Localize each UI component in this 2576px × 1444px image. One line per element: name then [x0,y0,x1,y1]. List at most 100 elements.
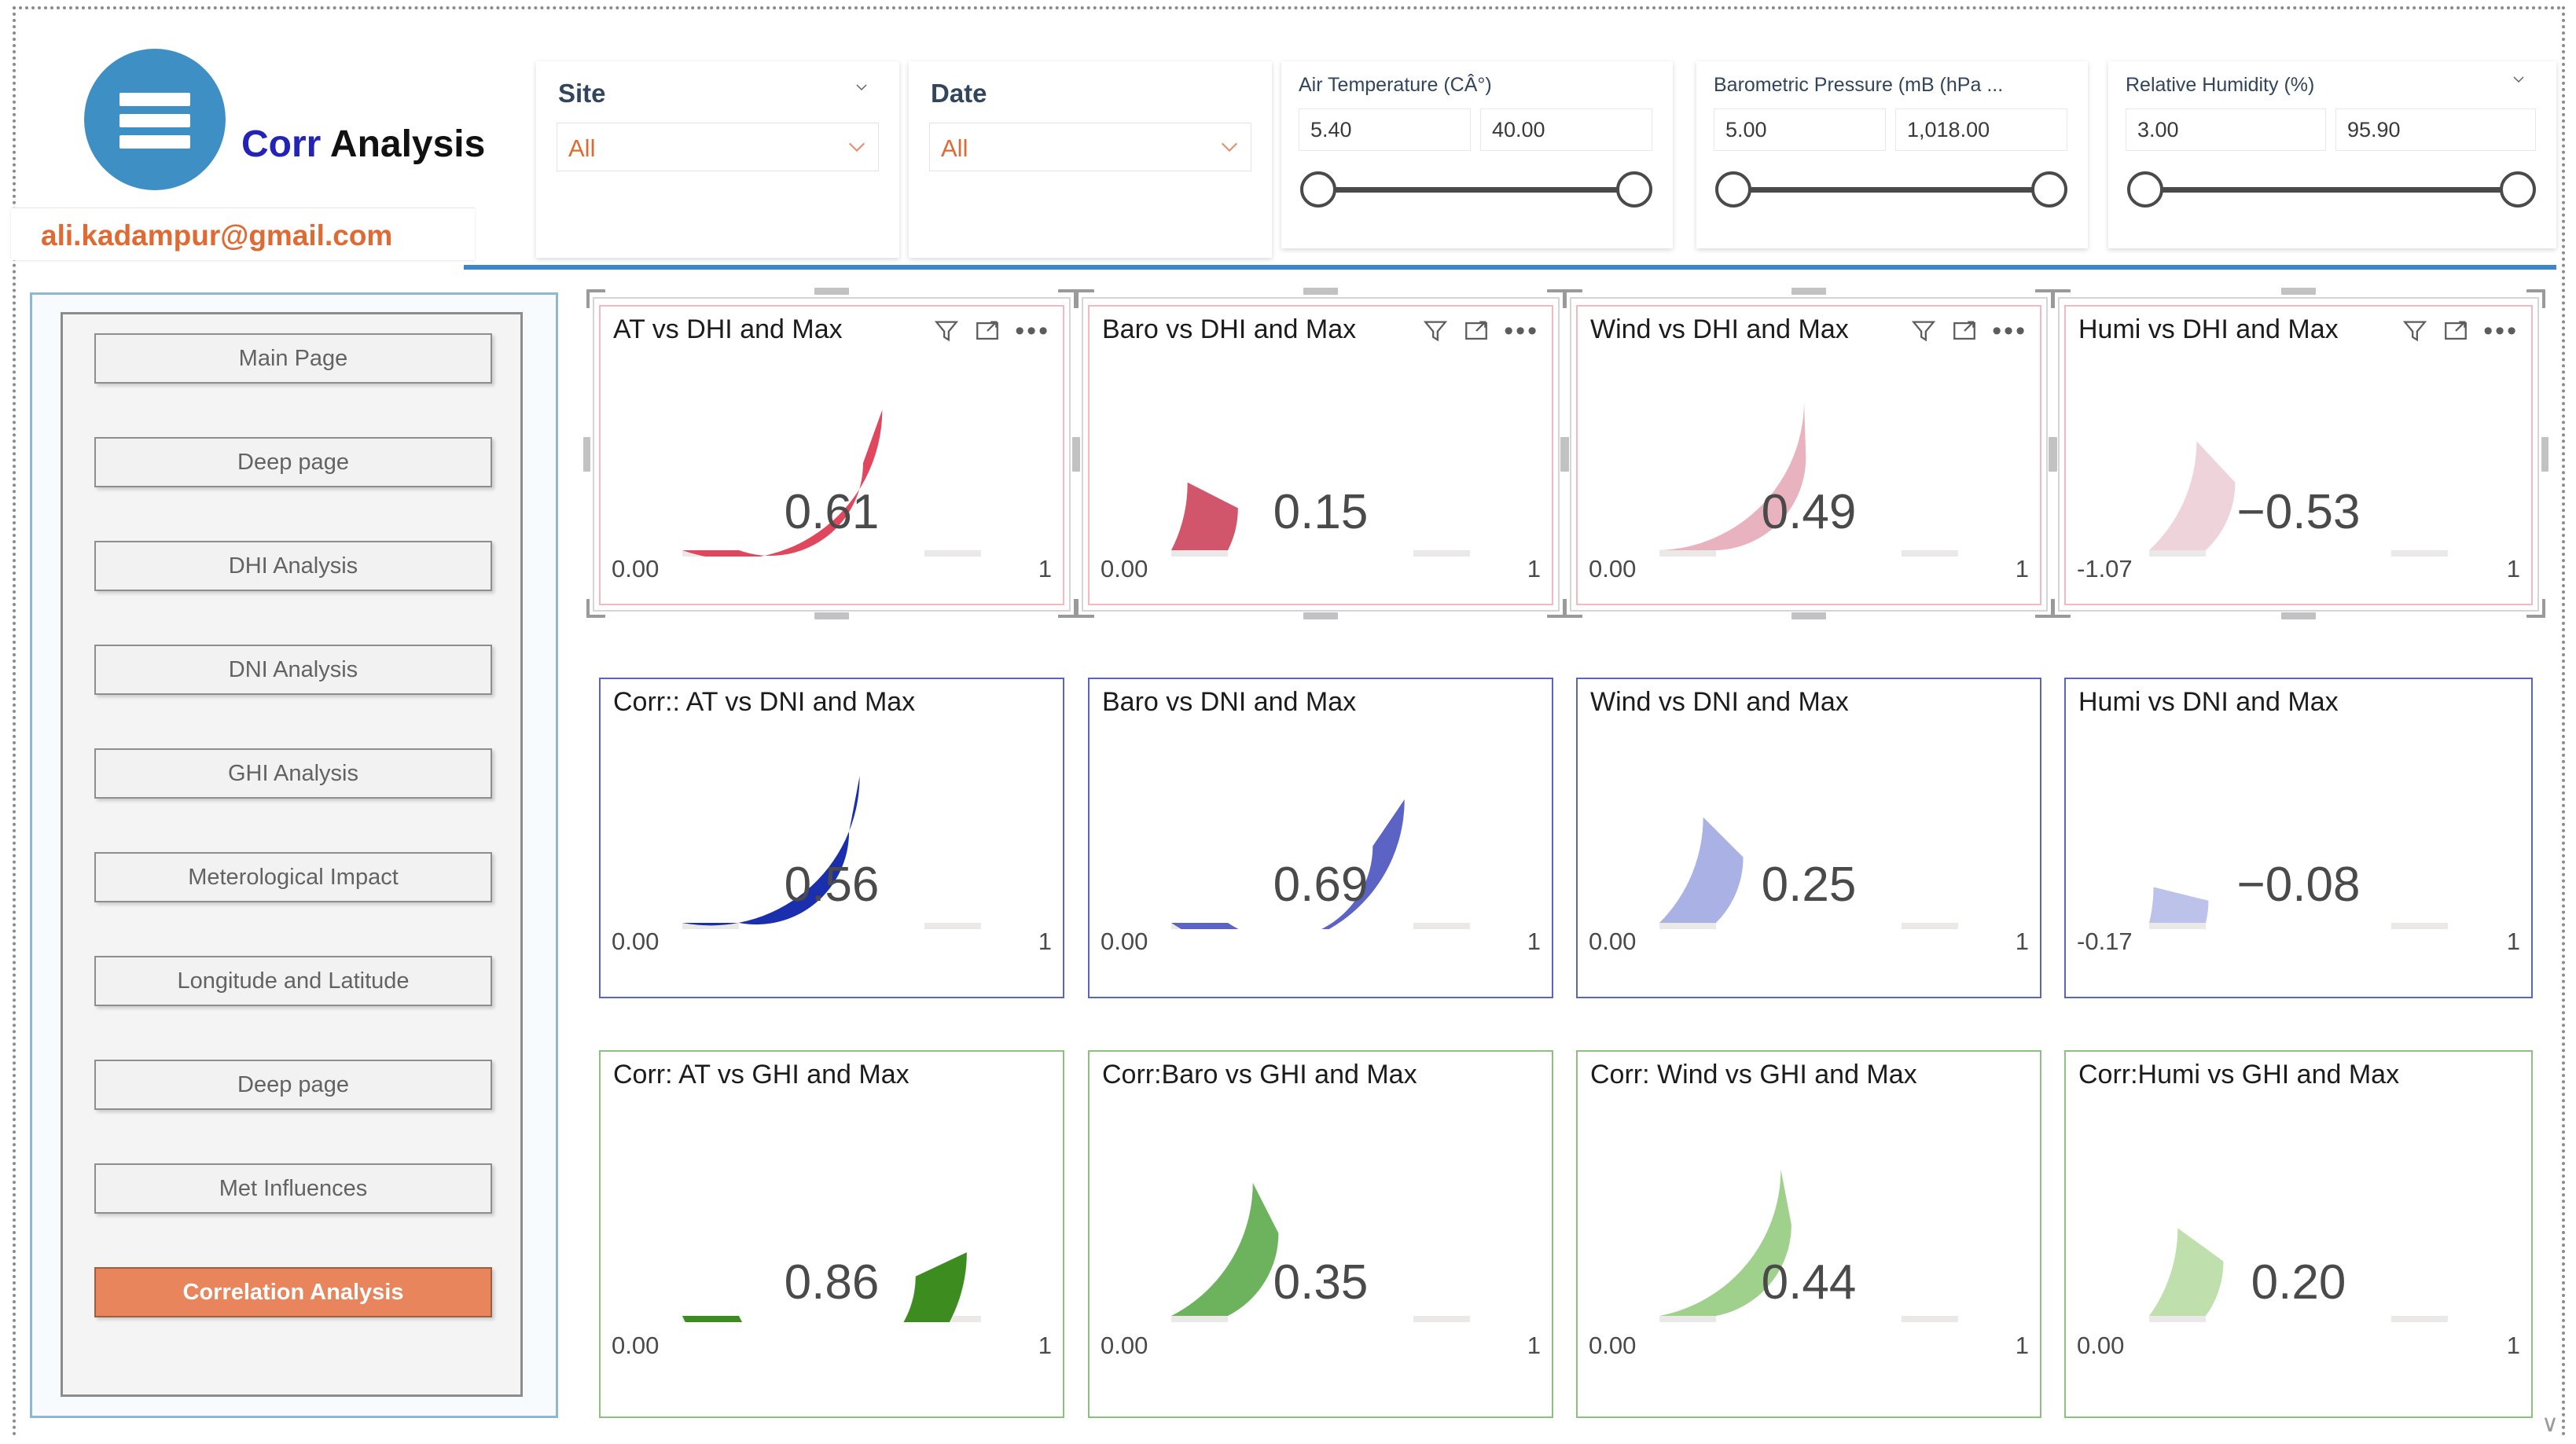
gauge-visual: 0.350.001 [1090,1097,1552,1416]
gauge-max-label: 1 [2507,928,2520,956]
more-options-ellipsis-icon[interactable]: ••• [1992,318,2027,344]
focus-mode-expand-icon[interactable] [974,318,1001,344]
resize-handle[interactable] [2050,437,2057,472]
resize-handle[interactable] [1791,612,1826,619]
range-slider-handle-max[interactable] [2031,171,2067,208]
sidebar-item-label: Longitude and Latitude [177,968,409,994]
dropdown-site[interactable]: All [557,123,879,171]
sidebar-item-main-page[interactable]: Main Page [94,333,492,384]
resize-handle[interactable] [814,612,849,619]
user-email: ali.kadampur@gmail.com [41,219,392,252]
header-underline [464,265,2556,270]
resize-handle[interactable] [1072,437,1079,472]
chevron-down-icon[interactable] [851,80,873,94]
sidebar-item-correlation-analysis[interactable]: Correlation Analysis [94,1267,492,1317]
funnel-filter-icon[interactable] [2401,318,2428,344]
gauge-card-title: Wind vs DNI and Max [1590,687,1849,718]
gauge-visual: −0.53-1.071 [2066,352,2531,604]
resize-handle[interactable] [1303,612,1338,619]
sidebar-item-deep-page[interactable]: Deep page [94,437,492,487]
range-slider-handle-min[interactable] [1300,171,1336,208]
sidebar-item-dni-analysis[interactable]: DNI Analysis [94,645,492,695]
dropdown-value: All [941,134,968,163]
range-slider-handle-min[interactable] [1715,171,1751,208]
gauge-card-actions: ••• [2401,318,2519,344]
range-slider-track[interactable] [1733,187,2045,193]
resize-handle[interactable] [2281,612,2316,619]
more-options-ellipsis-icon[interactable]: ••• [1015,318,1050,344]
focus-mode-expand-icon[interactable] [1463,318,1490,344]
gauge-card: Humi vs DHI and Max ••• −0.53-1.071 [2064,305,2533,605]
hamburger-menu-icon[interactable] [84,49,226,190]
gauge-card-title: Baro vs DHI and Max [1102,314,1356,345]
range-max-input[interactable]: 95.90 [2335,108,2536,151]
range-slider-track[interactable] [1317,187,1630,193]
scroll-down-chevron-icon[interactable]: ∨ [2541,1410,2559,1438]
sidebar-item-meterological-impact[interactable]: Meterological Impact [94,852,492,902]
slicer-label: Site [558,79,606,108]
gauge-card-body: AT vs DHI and Max•••0.610.001 [599,305,1064,605]
gauge-visual: 0.250.001 [1578,725,2040,997]
gauge-visual: 0.440.001 [1578,1097,2040,1416]
gauge-min-label: 0.00 [612,1332,659,1360]
chevron-down-icon[interactable] [1218,136,1241,158]
range-max-input[interactable]: 1,018.00 [1895,108,2067,151]
range-min-input[interactable]: 5.00 [1714,108,1886,151]
funnel-filter-icon[interactable] [933,318,960,344]
funnel-filter-icon[interactable] [1910,318,1937,344]
focus-mode-expand-icon[interactable] [1951,318,1978,344]
more-options-ellipsis-icon[interactable]: ••• [2483,318,2519,344]
more-options-ellipsis-icon[interactable]: ••• [1504,318,1539,344]
gauge-card-title: AT vs DHI and Max [613,314,843,345]
gauge-card: Corr:Baro vs GHI and Max0.350.001 [1088,1050,1553,1418]
resize-handle[interactable] [583,437,590,472]
sidebar-item-label: DNI Analysis [229,657,358,683]
slicer-range-0: Air Temperature (CÂ°)5.4040.00 [1281,61,1673,248]
gauge-max-label: 1 [1527,928,1541,956]
sidebar-item-dhi-analysis[interactable]: DHI Analysis [94,541,492,591]
sidebar-item-ghi-analysis[interactable]: GHI Analysis [94,748,492,799]
funnel-filter-icon[interactable] [1422,318,1449,344]
range-slider-track[interactable] [2144,187,2514,193]
resize-handle[interactable] [1562,437,1569,472]
dropdown-date[interactable]: All [929,123,1251,171]
sidebar-item-longitude-and-latitude[interactable]: Longitude and Latitude [94,956,492,1006]
sidebar-item-met-influences[interactable]: Met Influences [94,1163,492,1214]
resize-handle[interactable] [2049,437,2056,472]
resize-handle[interactable] [2541,437,2548,472]
resize-handle[interactable] [2281,288,2316,295]
resize-handle[interactable] [814,288,849,295]
gauge-card-title: Humi vs DHI and Max [2078,314,2339,345]
gauge-card-body: Humi vs DNI and Max−0.08-0.171 [2064,678,2533,998]
gauge-card-body: Corr:: AT vs DNI and Max0.560.001 [599,678,1064,998]
focus-mode-expand-icon[interactable] [2442,318,2469,344]
gauge-value-label: 0.61 [601,484,1063,540]
gauge-max-label: 1 [1038,928,1052,956]
dashboard-page: Corr Analysis ali.kadampur@gmail.com Sit… [0,0,2576,1444]
chevron-down-icon[interactable] [2508,72,2530,86]
gauge-card: Corr: Wind vs GHI and Max0.440.001 [1576,1050,2041,1418]
gauge-min-label: 0.00 [1589,928,1636,956]
resize-handle[interactable] [1303,288,1338,295]
range-max-input[interactable]: 40.00 [1480,108,1652,151]
sidebar-item-label: GHI Analysis [228,761,358,787]
sidebar-item-label: Deep page [237,1072,349,1098]
sidebar-item-deep-page[interactable]: Deep page [94,1060,492,1110]
resize-handle[interactable] [1073,437,1080,472]
gauge-card-title: Humi vs DNI and Max [2078,687,2339,718]
gauge-max-label: 1 [1038,555,1052,583]
gauge-card-title: Baro vs DNI and Max [1102,687,1356,718]
gauge-value-label: 0.44 [1578,1255,2040,1310]
gauge-max-label: 1 [1527,555,1541,583]
resize-handle[interactable] [1791,288,1826,295]
range-slider-handle-max[interactable] [1616,171,1652,208]
chevron-down-icon[interactable] [845,136,869,158]
gauge-max-label: 1 [2507,555,2520,583]
resize-handle[interactable] [1560,437,1567,472]
gauge-value-label: 0.15 [1090,484,1552,540]
range-slider-handle-max[interactable] [2500,171,2536,208]
range-min-input[interactable]: 3.00 [2126,108,2326,151]
range-min-input[interactable]: 5.40 [1299,108,1471,151]
slicer-date: DateAll [909,61,1272,258]
range-slider-handle-min[interactable] [2127,171,2163,208]
